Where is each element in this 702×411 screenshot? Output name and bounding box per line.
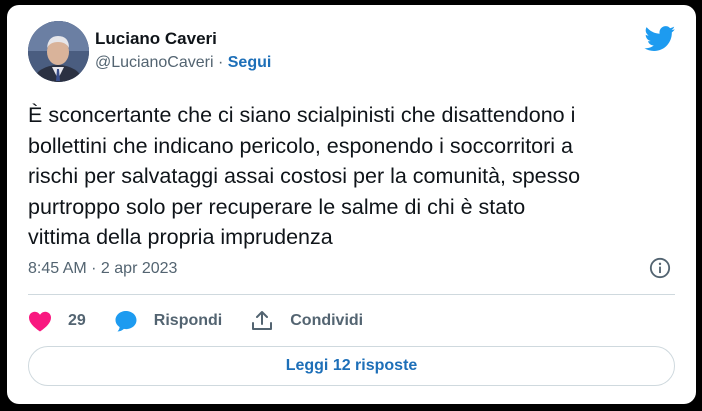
divider <box>28 294 675 295</box>
author-name[interactable]: Luciano Caveri <box>95 29 217 49</box>
reply-label: Rispondi <box>153 312 223 329</box>
follow-button[interactable]: Segui <box>228 54 272 71</box>
share-button[interactable]: Condividi <box>250 309 363 333</box>
reply-button[interactable]: Rispondi <box>114 309 222 333</box>
share-upload-icon <box>250 309 274 333</box>
read-replies-button[interactable]: Leggi 12 risposte <box>28 346 675 386</box>
avatar-image <box>28 21 89 82</box>
tweet-timestamp[interactable]: 8:45 AM · 2 apr 2023 <box>28 260 177 278</box>
handle-separator: · <box>213 54 228 71</box>
action-bar: 29 Rispondi Condividi <box>28 307 391 335</box>
tweet-text: È sconcertante che ci siano scialpinisti… <box>28 103 581 249</box>
like-button[interactable]: 29 <box>28 309 86 333</box>
like-count: 29 <box>68 312 86 329</box>
avatar[interactable] <box>28 21 89 82</box>
twitter-bird-icon[interactable] <box>644 26 676 52</box>
heart-icon <box>28 309 52 333</box>
tweet-card: Luciano Caveri @LucianoCaveri · Segui È … <box>7 5 696 404</box>
author-handle-row: @LucianoCaveri · Segui <box>95 54 271 72</box>
author-handle[interactable]: @LucianoCaveri <box>95 54 214 71</box>
info-icon[interactable] <box>649 257 671 279</box>
comment-bubble-icon <box>114 309 138 333</box>
share-label: Condividi <box>290 312 364 329</box>
